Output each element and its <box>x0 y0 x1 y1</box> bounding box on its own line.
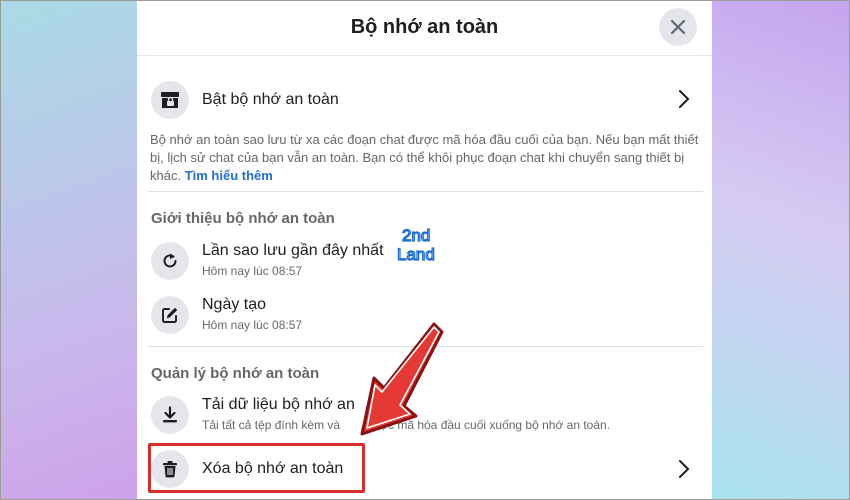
background-right-panel <box>712 0 850 500</box>
download-icon-wrap <box>151 396 189 434</box>
divider-1 <box>148 191 703 192</box>
about-section-title: Giới thiệu bộ nhớ an toàn <box>151 210 335 227</box>
chevron-right-icon-delete <box>679 460 690 478</box>
created-date-icon-wrap <box>151 296 189 334</box>
created-date-label: Ngày tạo <box>202 296 267 313</box>
last-backup-time: Hôm nay lúc 08:57 <box>202 264 303 278</box>
annotation-arrow-icon <box>360 322 444 436</box>
last-backup-label: Lần sao lưu gần đây nhất <box>202 242 384 259</box>
watermark-line1: 2nd <box>402 226 430 245</box>
enable-icon-wrap <box>151 81 189 119</box>
chevron-right-icon <box>679 90 690 108</box>
edit-icon <box>162 307 178 323</box>
secure-storage-description: Bộ nhớ an toàn sao lưu từ xa các đoạn ch… <box>150 131 705 185</box>
download-icon <box>163 406 177 423</box>
enable-label: Bật bộ nhớ an toàn <box>202 91 339 108</box>
close-icon <box>670 19 686 35</box>
delete-highlight-box <box>148 443 365 493</box>
manage-section-title: Quản lý bộ nhớ an toàn <box>151 365 320 382</box>
watermark-line2: Land <box>397 245 435 263</box>
enable-secure-storage-row[interactable]: Bật bộ nhớ an toàn <box>137 78 712 122</box>
learn-more-link[interactable]: Tìm hiểu thêm <box>185 168 273 183</box>
last-backup-icon-wrap <box>151 242 189 280</box>
refresh-icon <box>163 253 177 268</box>
watermark-logo: 2nd Land <box>396 225 452 264</box>
dialog-header: Bộ nhớ an toàn <box>137 0 712 56</box>
lock-archive-icon <box>161 92 179 108</box>
download-sub-start: Tải tất cả tệp đính kèm và <box>202 418 341 432</box>
close-button[interactable] <box>659 8 697 46</box>
created-date-time: Hôm nay lúc 08:57 <box>202 318 303 332</box>
dialog-title: Bộ nhớ an toàn <box>350 16 499 38</box>
download-label: Tải dữ liệu bộ nhớ an <box>202 396 355 413</box>
